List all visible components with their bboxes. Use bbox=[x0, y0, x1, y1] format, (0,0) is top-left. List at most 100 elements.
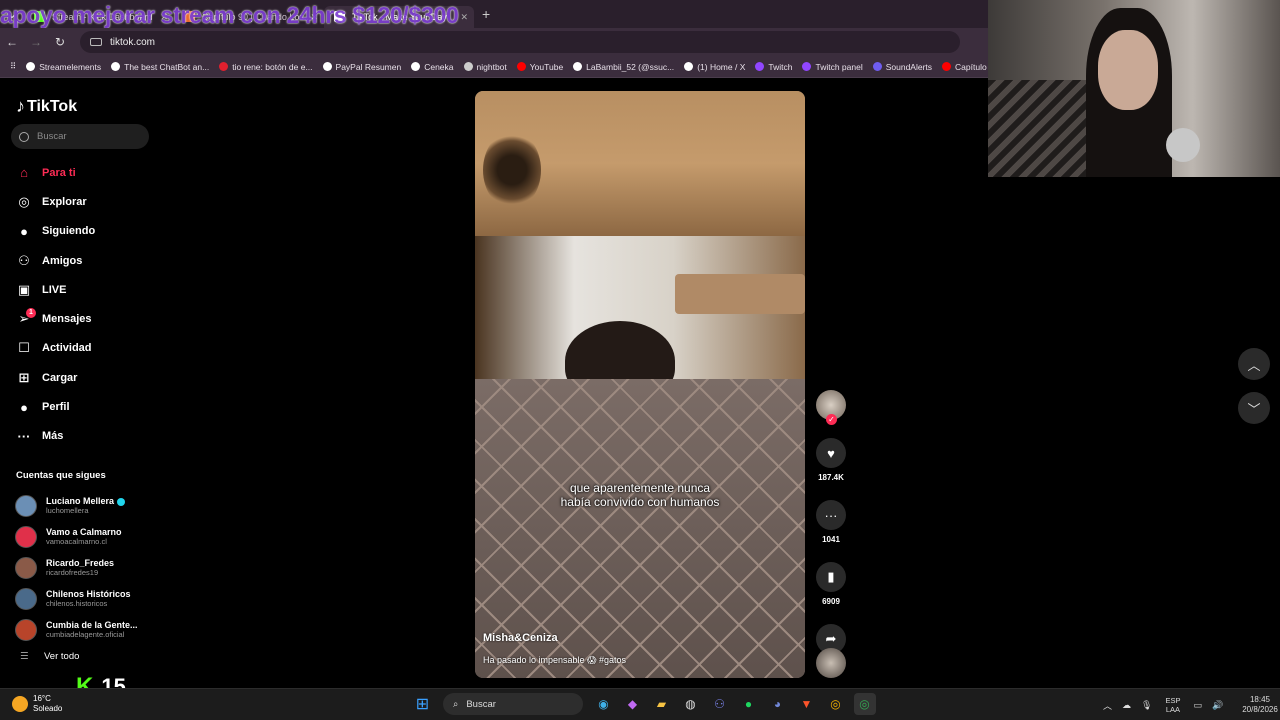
avatar bbox=[15, 525, 37, 548]
follow-plus-icon[interactable]: ✓ bbox=[826, 414, 837, 425]
bookmark-favicon-icon bbox=[111, 62, 121, 71]
heart-icon: ♥ bbox=[816, 438, 846, 468]
bookmark-favicon-icon bbox=[802, 62, 812, 71]
bookmark-12[interactable]: Capítulo 1 | bbox=[942, 62, 988, 72]
teams-icon[interactable]: ⚇ bbox=[709, 693, 731, 715]
system-tray: ︿ ☁ 🎙 ESP LAA ▭ 🔊 18:45 20/8/2026 bbox=[1098, 695, 1278, 715]
following-item[interactable]: Luciano Mellera luchomellera bbox=[15, 490, 175, 521]
video-player[interactable]: que aparentemente nunca había convivido … bbox=[475, 91, 805, 678]
bookmark-5[interactable]: nightbot bbox=[463, 62, 507, 72]
following-handle: ricardofredes19 bbox=[46, 568, 99, 577]
chevron-up-icon: ︿ bbox=[1247, 357, 1261, 373]
see-all-button[interactable]: ☰ Ver todo bbox=[20, 651, 79, 662]
tiktok-logo[interactable]: ♪ TikTok bbox=[16, 96, 77, 117]
chrome-icon[interactable]: ◎ bbox=[825, 693, 847, 715]
following-item[interactable]: Ricardo_Fredes ricardofredes19 bbox=[15, 552, 175, 583]
feed-navigation: ︿ ﹀ bbox=[1238, 348, 1270, 436]
nav-item-mensajes[interactable]: ➢ 1 Mensajes bbox=[14, 304, 164, 333]
windows-taskbar: 16°C Soleado ⊞ ⌕ Buscar ◉ ◆ ▰ ◍ ⚇ ● ◕ ▼ … bbox=[0, 688, 1280, 720]
following-icon: ● bbox=[20, 223, 28, 239]
nav-item-para-ti[interactable]: ⌂ Para ti bbox=[14, 158, 164, 187]
bookmark-favicon-icon bbox=[573, 62, 583, 71]
bookmark-favicon-icon bbox=[322, 62, 332, 71]
brave-icon[interactable]: ▼ bbox=[796, 693, 818, 715]
next-video-button[interactable]: ﹀ bbox=[1238, 392, 1270, 424]
bookmark-label: YouTube bbox=[529, 61, 564, 72]
following-list: Luciano Mellera luchomellera Vamo a Calmar… bbox=[15, 490, 175, 645]
music-disc-icon[interactable] bbox=[816, 648, 846, 678]
webcam-person-face bbox=[1098, 30, 1158, 110]
search-input[interactable]: Buscar bbox=[11, 124, 149, 149]
avatar bbox=[15, 556, 37, 579]
following-name: Chilenos Históricos bbox=[46, 589, 131, 599]
heart-button[interactable]: ♥ 187.4K bbox=[815, 438, 847, 482]
taskbar-apps: ⊞ ⌕ Buscar ◉ ◆ ▰ ◍ ⚇ ● ◕ ▼ ◎ ◎ bbox=[408, 693, 879, 715]
bookmark-label: (1) Home / X bbox=[697, 61, 746, 72]
keyboard-layout: LAA bbox=[1165, 705, 1181, 714]
nav-item-live[interactable]: ▣ LIVE bbox=[14, 275, 164, 304]
tray-mic-icon[interactable]: 🎙 bbox=[1141, 700, 1152, 711]
close-tab-icon[interactable]: ✕ bbox=[460, 12, 468, 23]
bookmark-button[interactable]: ▮ 6909 bbox=[815, 562, 847, 606]
nav-item-cargar[interactable]: ⊞ Cargar bbox=[14, 363, 164, 392]
bookmark-1[interactable]: The best ChatBot an... bbox=[111, 62, 209, 72]
bookmark-label: Twitch bbox=[768, 61, 793, 72]
discord-icon[interactable]: ◕ bbox=[767, 693, 789, 715]
reload-button[interactable]: ↻ bbox=[48, 35, 72, 49]
search-placeholder: Buscar bbox=[37, 131, 67, 142]
forward-button[interactable]: → bbox=[24, 35, 48, 49]
tray-app-icon[interactable]: ☁ bbox=[1122, 700, 1131, 711]
sun-icon bbox=[12, 696, 28, 712]
nav-item-siguiendo[interactable]: ● Siguiendo bbox=[14, 217, 164, 246]
following-item[interactable]: Vamo a Calmarno vamoacalmarno.cl bbox=[15, 521, 175, 552]
taskbar-search[interactable]: ⌕ Buscar bbox=[443, 693, 583, 715]
nav-label: Para ti bbox=[42, 166, 76, 179]
avatar bbox=[15, 618, 37, 641]
nav-item-más[interactable]: ··· Más bbox=[14, 422, 164, 451]
obs-icon[interactable]: ◍ bbox=[680, 693, 702, 715]
file-explorer-icon[interactable]: ▰ bbox=[651, 693, 673, 715]
nav-item-explorar[interactable]: ◎ Explorar bbox=[14, 187, 164, 216]
video-author[interactable]: Misha&Ceniza bbox=[483, 632, 558, 644]
bookmark-icon: ▮ bbox=[816, 562, 846, 592]
spotify-icon[interactable]: ● bbox=[738, 693, 760, 715]
bookmark-2[interactable]: tio rene: botón de e... bbox=[219, 62, 313, 72]
previous-video-button[interactable]: ︿ bbox=[1238, 348, 1270, 380]
bookmark-11[interactable]: SoundAlerts bbox=[872, 62, 932, 72]
bookmark-9[interactable]: Twitch bbox=[755, 62, 792, 72]
creator-avatar[interactable]: ✓ bbox=[816, 390, 846, 425]
bookmark-3[interactable]: PayPal Resumen bbox=[322, 62, 401, 72]
bookmark-0[interactable]: Streamelements bbox=[26, 62, 101, 72]
following-item[interactable]: Chilenos Históricos chilenos.historicos bbox=[15, 583, 175, 614]
nav-item-actividad[interactable]: ☐ Actividad bbox=[14, 334, 164, 363]
see-all-label: Ver todo bbox=[44, 651, 80, 662]
back-button[interactable]: ← bbox=[0, 35, 24, 49]
webcam-sofa bbox=[988, 80, 1098, 177]
tray-overflow-icon[interactable]: ︿ bbox=[1103, 699, 1112, 712]
copilot-icon[interactable]: ◆ bbox=[622, 693, 644, 715]
chrome-active-icon[interactable]: ◎ bbox=[853, 693, 876, 715]
site-info-icon[interactable] bbox=[90, 38, 102, 46]
apps-icon[interactable]: ⠿ bbox=[10, 61, 16, 72]
home-icon: ⌂ bbox=[20, 165, 28, 181]
following-item[interactable]: Cumbia de la Gente... cumbiadelagente.ofi… bbox=[15, 614, 175, 645]
edge-icon[interactable]: ◉ bbox=[593, 693, 615, 715]
bookmark-7[interactable]: LaBambii_52 (@ssuc... bbox=[573, 62, 674, 72]
nav-item-perfil[interactable]: ● Perfil bbox=[14, 392, 164, 421]
new-tab-button[interactable]: + bbox=[482, 6, 490, 22]
nav-label: Mensajes bbox=[42, 313, 92, 326]
url-field[interactable]: tiktok.com bbox=[80, 31, 960, 53]
windows-start-icon[interactable]: ⊞ bbox=[412, 693, 434, 715]
weather-widget[interactable]: 16°C Soleado bbox=[12, 694, 62, 714]
nav-item-amigos[interactable]: ⚇ Amigos bbox=[14, 246, 164, 275]
comment-button[interactable]: ··· 1041 bbox=[815, 500, 847, 544]
messages-badge: 1 bbox=[26, 308, 36, 319]
bookmark-8[interactable]: (1) Home / X bbox=[684, 62, 745, 72]
network-icon[interactable]: ▭ bbox=[1193, 700, 1202, 711]
bookmark-10[interactable]: Twitch panel bbox=[802, 62, 863, 72]
clock[interactable]: 18:45 20/8/2026 bbox=[1242, 695, 1278, 715]
bookmark-4[interactable]: Ceneka bbox=[411, 62, 454, 72]
volume-icon[interactable]: 🔊 bbox=[1212, 700, 1223, 711]
language-indicator[interactable]: ESP LAA bbox=[1165, 696, 1180, 714]
bookmark-6[interactable]: YouTube bbox=[516, 61, 564, 72]
